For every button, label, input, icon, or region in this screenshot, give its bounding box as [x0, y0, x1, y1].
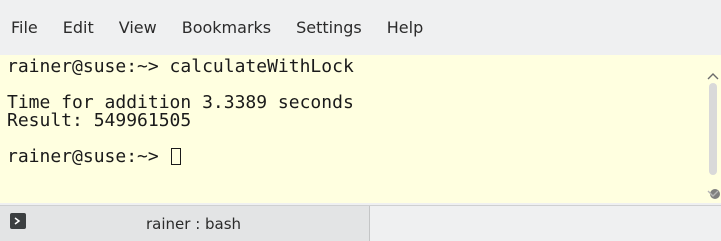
menu-settings[interactable]: Settings [296, 16, 362, 39]
tab-label: rainer : bash [146, 215, 242, 233]
terminal-line: Result: 549961505 [7, 110, 192, 131]
menu-edit[interactable]: Edit [63, 16, 94, 39]
text-cursor [170, 148, 181, 165]
terminal-icon [10, 213, 26, 229]
menu-file[interactable]: File [11, 16, 38, 39]
tab-rainer-bash[interactable]: rainer : bash [0, 206, 370, 241]
scroll-track[interactable] [709, 83, 720, 199]
konsole-window: File Edit View Bookmarks Settings Help r… [0, 0, 721, 241]
menu-bookmarks[interactable]: Bookmarks [182, 16, 271, 39]
menu-bar: File Edit View Bookmarks Settings Help [0, 0, 721, 55]
terminal-prompt: rainer@suse:~> [7, 146, 170, 167]
terminal-prompt-line: rainer@suse:~> [7, 148, 705, 166]
menu-view[interactable]: View [119, 16, 157, 39]
scroll-down-arrow-icon[interactable] [707, 183, 719, 197]
scroll-up-arrow-icon[interactable] [707, 65, 719, 80]
terminal-line: rainer@suse:~> calculateWithLock [7, 56, 354, 77]
menu-help[interactable]: Help [387, 16, 423, 39]
tab-bar: rainer : bash [0, 205, 721, 241]
vertical-scrollbar[interactable] [705, 55, 721, 203]
terminal-area[interactable]: rainer@suse:~> calculateWithLock Time fo… [0, 55, 705, 203]
